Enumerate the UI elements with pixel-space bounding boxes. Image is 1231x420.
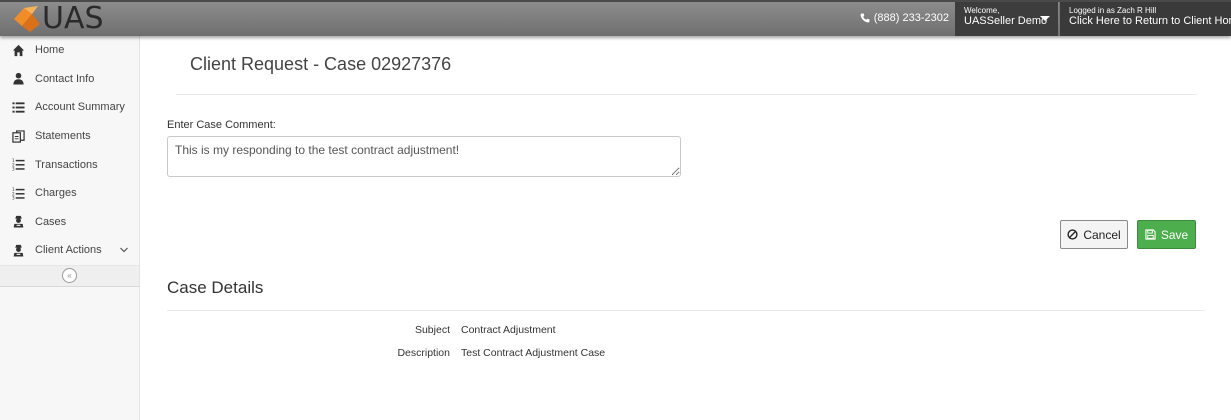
welcome-label: Welcome, [964,6,1000,15]
sidebar-item-client-actions[interactable]: Client Actions [0,236,139,265]
user-menu[interactable]: Welcome, UASSeller Demo [955,2,1058,36]
subject-label: Subject [414,324,450,336]
sidebar-item-label: Transactions [35,158,98,171]
sidebar-item-label: Cases [35,215,67,228]
sidebar-item-label: Contact Info [35,72,95,85]
subject-value: Contract Adjustment [461,324,556,336]
phone-icon [860,13,870,23]
sidebar-item-label: Home [35,44,65,57]
return-to-client-home[interactable]: Logged in as Zach R Hill Click Here to R… [1059,2,1231,36]
svg-text:3: 3 [12,195,15,199]
description-value: Test Contract Adjustment Case [461,347,606,359]
sidebar-item-account-summary[interactable]: Account Summary [0,93,139,122]
case-comment-label: Enter Case Comment: [167,119,276,131]
cancel-button[interactable]: Cancel [1060,220,1128,249]
logo-text: UAS [42,1,104,36]
numbered-list-icon: 123 [11,158,25,172]
sidebar-item-home[interactable]: Home [0,36,139,65]
cancel-label: Cancel [1083,227,1121,242]
user-icon [11,72,25,86]
sidebar: Home Contact Info Account Summary Statem… [0,36,140,420]
svg-text:3: 3 [12,167,15,171]
sidebar-item-cases[interactable]: Cases [0,208,139,237]
sidebar-item-statements[interactable]: Statements [0,122,139,151]
save-icon [1145,229,1156,240]
sidebar-item-label: Client Actions [35,244,102,257]
case-comment-input[interactable]: This is my responding to the test contra… [167,136,681,177]
sidebar-item-label: Statements [35,130,91,143]
sidebar-item-charges[interactable]: 123 Charges [0,179,139,208]
list-icon [11,100,25,114]
sidebar-collapse-row: « [0,264,139,287]
sidebar-item-label: Account Summary [35,101,125,114]
uas-logo[interactable]: UAS [10,3,104,35]
home-icon [11,43,25,57]
description-label: Description [397,347,450,359]
page-title: Client Request - Case 02927376 [190,54,452,74]
agent-icon [11,215,25,229]
ban-icon [1067,229,1078,240]
caret-down-icon [1040,16,1050,21]
phone-text: (888) 233-2302 [873,12,949,24]
numbered-list-icon: 123 [11,186,25,200]
divider [176,94,1197,95]
statements-icon [11,129,25,143]
logged-in-label: Logged in as Zach R Hill [1069,6,1157,15]
phone-number[interactable]: (888) 233-2302 [860,12,949,24]
sidebar-item-label: Charges [35,187,77,200]
agent-icon [11,243,25,257]
save-label: Save [1160,227,1189,242]
chevron-down-icon[interactable] [119,245,129,255]
save-button[interactable]: Save [1137,220,1196,249]
case-details-title: Case Details [167,278,264,297]
top-header: UAS (888) 233-2302 Welcome, UASSeller De… [0,0,1231,36]
sidebar-item-contact-info[interactable]: Contact Info [0,65,139,94]
collapse-sidebar-icon[interactable]: « [62,268,77,284]
sidebar-item-transactions[interactable]: 123 Transactions [0,150,139,179]
divider [167,310,1205,311]
return-link[interactable]: Click Here to Return to Client Home [1069,15,1231,28]
